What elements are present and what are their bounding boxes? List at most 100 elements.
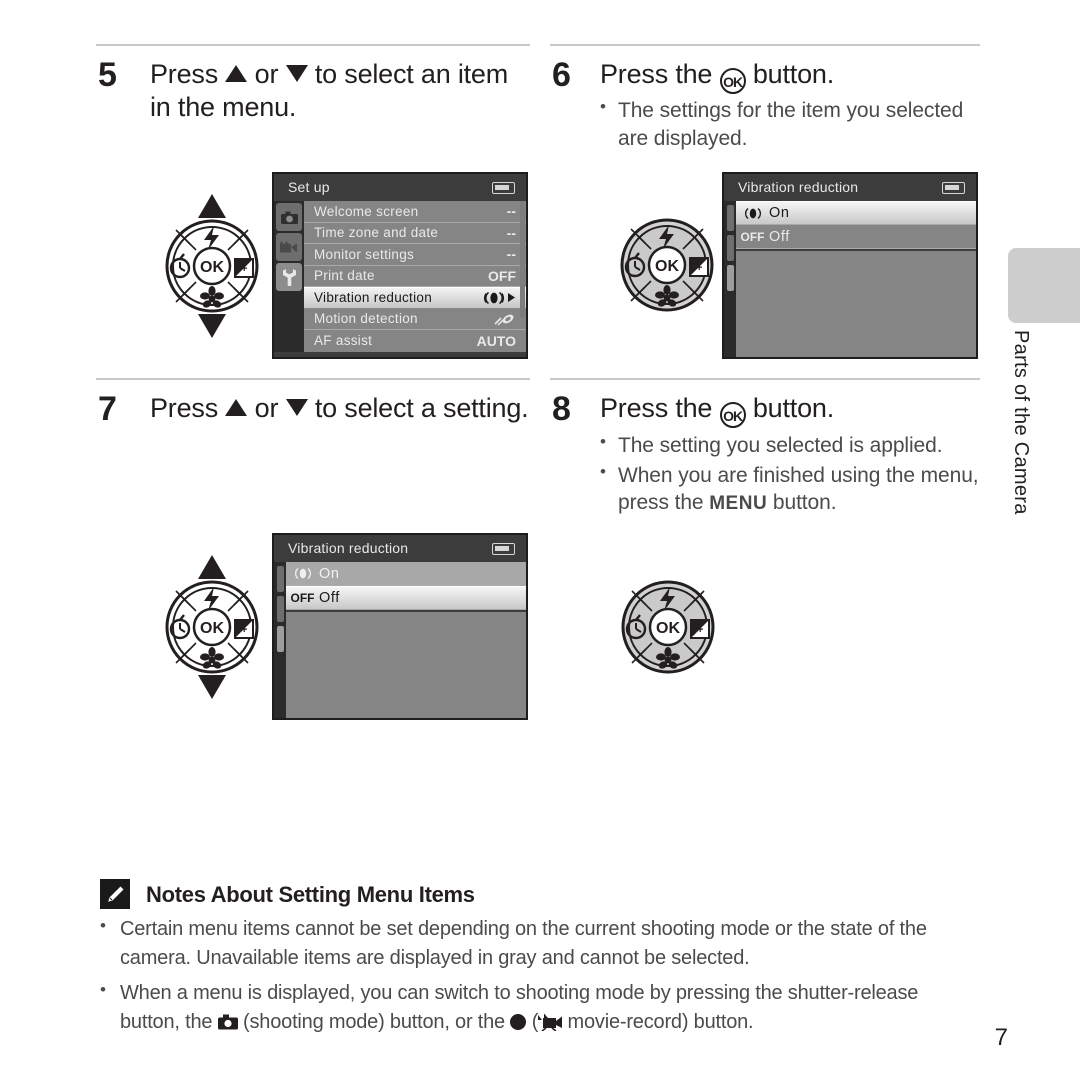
svg-text:+: +	[696, 262, 702, 274]
menu-row-label: Welcome screen	[314, 203, 419, 219]
menu-row-vibration-reduction[interactable]: Vibration reduction	[304, 287, 526, 309]
menu-row-label: Time zone and date	[314, 225, 439, 241]
menu-row-value: --	[506, 224, 516, 241]
lcd-vr-title-text: Vibration reduction	[738, 179, 859, 195]
menu-row-label: Monitor settings	[314, 246, 415, 262]
menu-row-print-date[interactable]: Print date OFF	[304, 265, 526, 287]
lcd-vr-options-step7: On OFF Off	[286, 562, 526, 718]
lcd-vr-title-step7: Vibration reduction	[274, 535, 526, 562]
menu-row-label: Motion detection	[314, 311, 418, 327]
menu-row-label: Print date	[314, 268, 375, 284]
lcd-setup-rows: Welcome screen -- Time zone and date -- …	[304, 201, 526, 352]
step-6-text-pre: Press the	[600, 59, 720, 89]
lcd-vr-menu-step7: Vibration reduction On OFF Off	[272, 533, 528, 720]
notes-bullet-2: When a menu is displayed, you can switch…	[94, 978, 974, 1037]
tab-movie-menu[interactable]	[276, 233, 302, 261]
pencil-icon	[100, 879, 130, 909]
notes-bullet-2-b: (shooting mode) button, or the	[237, 1011, 511, 1033]
record-dot-icon	[510, 1014, 527, 1030]
option-row-on[interactable]: On	[286, 562, 526, 586]
divider-step8	[550, 378, 980, 380]
lcd-setup-title: Set up	[274, 174, 526, 201]
exposure-compensation-icon: +	[689, 257, 709, 277]
tab-stub-3[interactable]	[727, 265, 734, 291]
menu-row-welcome-screen[interactable]: Welcome screen --	[304, 201, 526, 223]
step-8-heading: Press the OK button.	[600, 392, 980, 428]
multi-selector-dial-step8[interactable]: OK +	[613, 578, 723, 678]
multi-selector-dial-step7[interactable]: OK +	[152, 553, 272, 701]
menu-row-label: Vibration reduction	[314, 290, 433, 306]
motion-icon	[494, 314, 514, 326]
lcd-vr-menu-step6: Vibration reduction On OFF Off	[722, 172, 978, 359]
step-7-heading: Press or to select a setting.	[150, 392, 532, 425]
svg-text:OK: OK	[656, 620, 680, 637]
tab-stub-1[interactable]	[277, 566, 284, 592]
option-label: Off	[769, 228, 790, 245]
step-6-bullets: The settings for the item you selected a…	[596, 96, 976, 154]
step-6-text-post: button.	[745, 59, 835, 89]
lcd-vr-body-step6: On OFF Off	[724, 201, 976, 357]
step-8-number: 8	[552, 390, 571, 428]
tab-stub-1[interactable]	[727, 205, 734, 231]
tab-shooting-menu[interactable]	[276, 203, 302, 231]
step-7-text-pre: Press	[150, 393, 226, 423]
chevron-right-icon	[508, 293, 515, 303]
manual-page: Parts of the Camera 5 Press or to select…	[0, 0, 1080, 1080]
dial-arrow-down-icon	[198, 314, 226, 338]
notes-body: Certain menu items cannot be set dependi…	[94, 914, 974, 1043]
multi-selector-dial-step5[interactable]: OK +	[152, 192, 272, 340]
option-row-off[interactable]: OFF Off	[736, 225, 976, 249]
option-empty-area	[286, 612, 526, 718]
menu-row-label: AF assist	[314, 333, 373, 349]
step-8-bullet-2-post: button.	[767, 491, 837, 515]
menu-row-value	[494, 309, 516, 330]
side-tab-marker	[1008, 248, 1080, 323]
option-rows: On OFF Off	[286, 562, 526, 610]
step-7-text-post: to select a setting.	[307, 393, 529, 423]
menu-row-value: OFF	[488, 267, 516, 284]
tab-stub-2[interactable]	[727, 235, 734, 261]
multi-selector-dial-step6[interactable]: OK +	[612, 216, 722, 316]
option-rows: On OFF Off	[736, 201, 976, 249]
exposure-compensation-icon: +	[234, 258, 254, 278]
wrench-icon	[282, 268, 296, 286]
divider-step7	[96, 378, 530, 380]
option-empty-area	[736, 251, 976, 357]
movie-record-icon	[538, 1011, 563, 1032]
menu-row-value: --	[506, 203, 516, 220]
step-6-heading: Press the OK button.	[600, 58, 980, 94]
exposure-compensation-icon: +	[690, 619, 710, 639]
option-label: Off	[319, 590, 340, 606]
step-8-bullet-1: The setting you selected is applied.	[596, 431, 986, 460]
menu-row-value: AUTO	[476, 332, 516, 349]
option-row-on[interactable]: On	[736, 201, 976, 225]
divider-step6	[550, 44, 980, 46]
lcd-setup-body: Welcome screen -- Time zone and date -- …	[274, 201, 526, 352]
tab-setup-menu[interactable]	[276, 263, 302, 291]
svg-text:OK: OK	[655, 258, 679, 275]
battery-icon	[492, 543, 515, 555]
menu-row-monitor-settings[interactable]: Monitor settings --	[304, 244, 526, 266]
vr-on-icon	[736, 207, 769, 220]
step-5-number: 5	[98, 56, 117, 94]
step-7-text-mid: or	[247, 393, 286, 423]
dial-arrow-up-icon	[198, 194, 226, 218]
menu-row-af-assist[interactable]: AF assist AUTO	[304, 330, 526, 352]
menu-row-motion-detection[interactable]: Motion detection	[304, 308, 526, 330]
tab-stub-3[interactable]	[277, 626, 284, 652]
vr-off-icon: OFF	[290, 591, 315, 605]
option-row-off[interactable]: OFF Off	[286, 586, 526, 610]
page-number: 7	[994, 1024, 1008, 1051]
tab-stub-2[interactable]	[277, 596, 284, 622]
svg-text:OK: OK	[200, 259, 224, 276]
shooting-mode-icon	[217, 1010, 238, 1030]
battery-icon	[492, 182, 515, 194]
scrollbar-track[interactable]	[520, 201, 525, 318]
svg-text:OK: OK	[200, 620, 224, 637]
svg-text:+: +	[241, 624, 247, 636]
step-5-text-pre: Press	[150, 59, 226, 89]
svg-text:+: +	[697, 624, 703, 636]
lcd-vr-tab-column	[274, 562, 286, 718]
menu-row-time-zone-and-date[interactable]: Time zone and date --	[304, 222, 526, 244]
step-7-number: 7	[98, 390, 117, 428]
